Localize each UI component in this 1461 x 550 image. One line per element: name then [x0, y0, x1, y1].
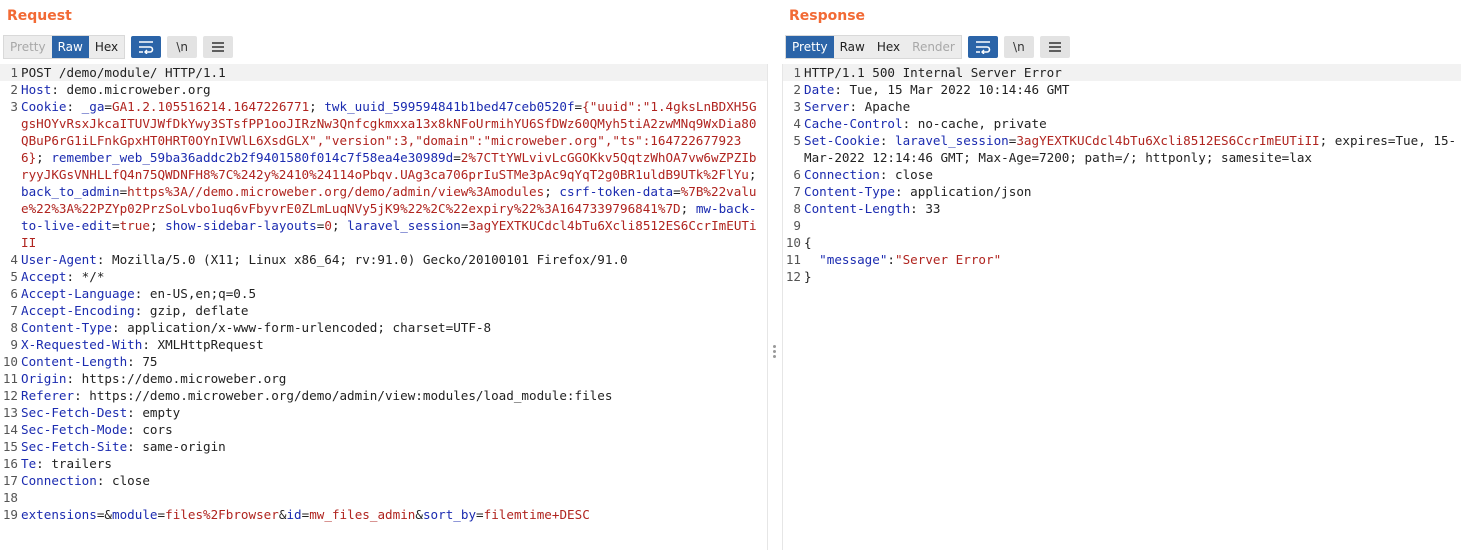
response-editor[interactable]: 1 HTTP/1.1 500 Internal Server Error 2 Dat… [782, 64, 1461, 550]
response-line-3: 3 Server: Apache [793, 99, 911, 114]
response-line-12: 12} [785, 269, 812, 284]
response-title: Response [789, 8, 866, 24]
request-line-7: 7 Accept-Encoding: gzip, deflate [10, 303, 249, 318]
hamburger-menu-icon [212, 42, 225, 52]
response-pretty-tab[interactable]: Pretty [786, 36, 834, 58]
request-line-16: 16 Te: trailers [2, 456, 113, 471]
request-line-17: 17 Connection: close [2, 473, 150, 488]
word-wrap-icon [139, 41, 154, 54]
newline-icon: \n [1013, 40, 1025, 54]
response-word-wrap-button[interactable] [967, 36, 998, 58]
request-line-19-body: 19 extensions=&module=files%2Fbrowser&id=… [2, 507, 590, 522]
response-view-selector: Pretty Raw Hex Render [785, 35, 962, 59]
response-hex-tab[interactable]: Hex [871, 36, 906, 58]
request-line-13: 13 Sec-Fetch-Dest: empty [2, 405, 181, 420]
request-menu-button[interactable] [203, 36, 234, 58]
request-line-1: 1 POST /demo/module/ HTTP/1.1 [0, 64, 767, 81]
request-line-8: 8 Content-Type: application/x-www-form-ur… [10, 320, 492, 335]
response-line-7: 7 Content-Type: application/json [793, 184, 1032, 199]
newline-icon: \n [176, 40, 188, 54]
request-line-2: 2 Host: demo.microweber.org [10, 82, 211, 97]
response-raw-tab[interactable]: Raw [834, 36, 871, 58]
request-line-14: 14 Sec-Fetch-Mode: cors [2, 422, 173, 437]
response-line-8: 8 Content-Length: 33 [793, 201, 941, 216]
hamburger-menu-icon [1048, 42, 1061, 52]
request-line-11: 11 Origin: https://demo.microweber.org [2, 371, 287, 386]
response-toolbar: Pretty Raw Hex Render \n [785, 35, 1070, 59]
request-line-15: 15 Sec-Fetch-Site: same-origin [2, 439, 226, 454]
response-line-1: 1 HTTP/1.1 500 Internal Server Error [783, 64, 1461, 81]
response-line-5: 5 Set-Cookie: laravel_session=3agYEXTKUCd… [793, 133, 1457, 165]
request-line-5: 5 Accept: */* [10, 269, 105, 284]
request-line-10: 10 Content-Length: 75 [2, 354, 158, 369]
request-line-4: 4 User-Agent: Mozilla/5.0 (X11; Linux x86… [10, 252, 628, 267]
request-pane: Request Pretty Raw Hex \n 1 POST /demo/mo… [0, 0, 768, 550]
response-line-11: 11 "message":"Server Error" [785, 252, 1002, 267]
request-raw-tab[interactable]: Raw [51, 36, 89, 58]
request-pretty-tab[interactable]: Pretty [4, 36, 52, 58]
request-toolbar: Pretty Raw Hex \n [3, 35, 234, 59]
response-render-tab[interactable]: Render [906, 36, 961, 58]
response-menu-button[interactable] [1039, 36, 1070, 58]
response-line-4: 4 Cache-Control: no-cache, private [793, 116, 1047, 131]
response-line-9: 9 [793, 218, 801, 233]
request-line-9: 9 X-Requested-With: XMLHttpRequest [10, 337, 264, 352]
response-line-10: 10{ [785, 235, 812, 250]
request-show-newlines-button[interactable]: \n [167, 36, 198, 58]
request-hex-tab[interactable]: Hex [89, 36, 124, 58]
request-title: Request [7, 8, 72, 24]
pane-splitter[interactable] [768, 0, 782, 550]
response-line-2: 2 Date: Tue, 15 Mar 2022 10:14:46 GMT [793, 82, 1070, 97]
response-line-6: 6 Connection: close [793, 167, 933, 182]
word-wrap-icon [975, 41, 991, 54]
request-line-6: 6 Accept-Language: en-US,en;q=0.5 [10, 286, 257, 301]
request-line-3-cookie: 3 Cookie: _ga=GA1.2.105516214.1647226771;… [10, 99, 765, 250]
response-pane: Response Pretty Raw Hex Render \n 1 HTTP/… [782, 0, 1461, 550]
response-show-newlines-button[interactable]: \n [1003, 36, 1034, 58]
request-word-wrap-button[interactable] [131, 36, 162, 58]
drag-handle-icon [773, 345, 777, 360]
request-line-18: 18 [2, 490, 18, 505]
request-line-12: 12 Referer: https://demo.microweber.org/d… [2, 388, 613, 403]
request-view-selector: Pretty Raw Hex [3, 35, 126, 59]
request-editor[interactable]: 1 POST /demo/module/ HTTP/1.1 2 Host: demo… [0, 64, 768, 550]
